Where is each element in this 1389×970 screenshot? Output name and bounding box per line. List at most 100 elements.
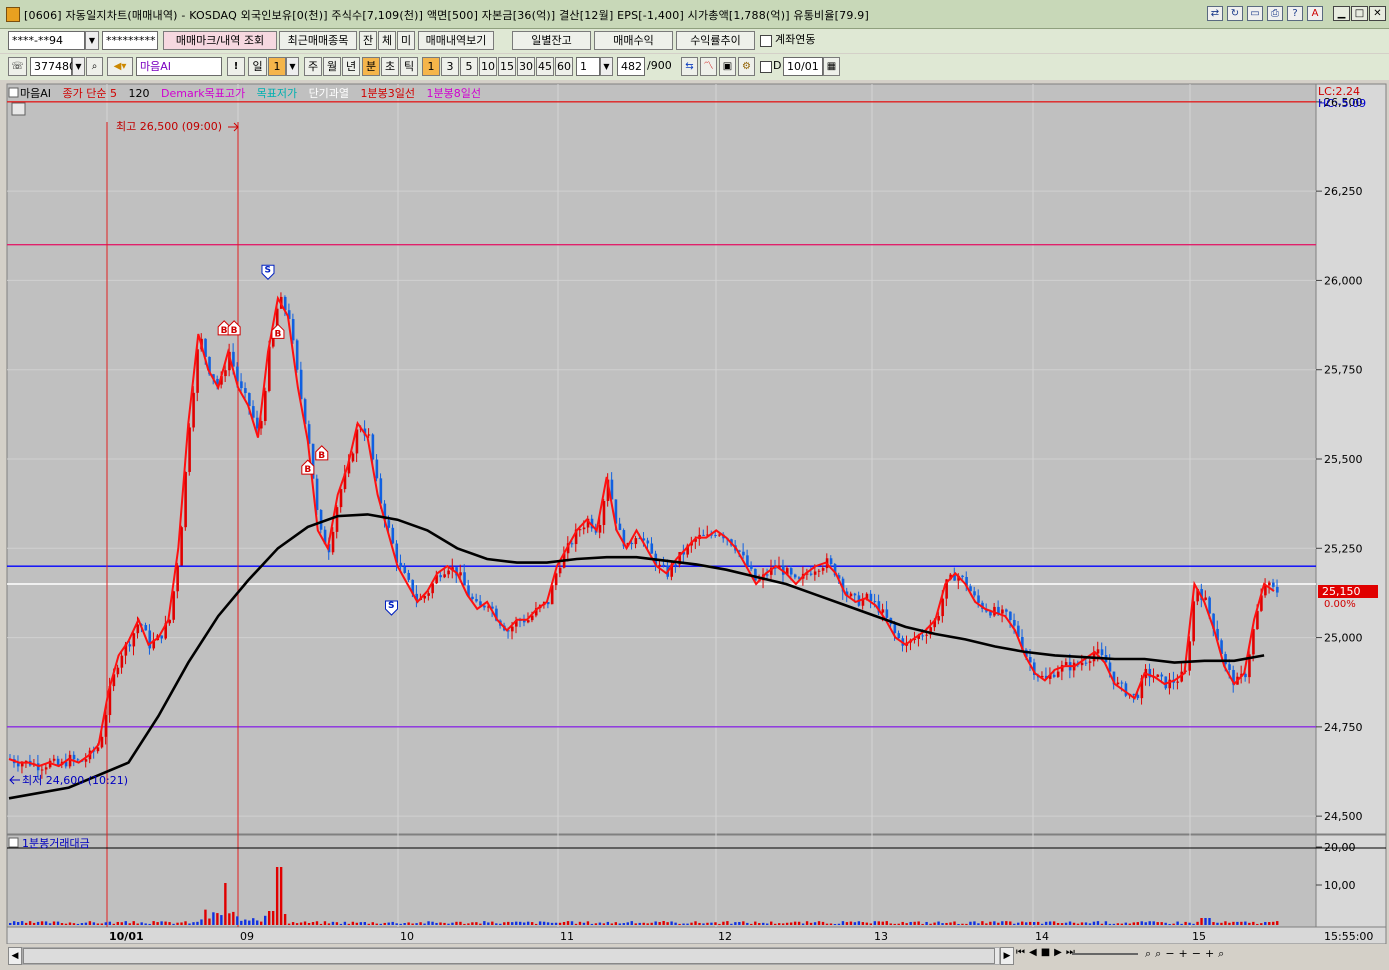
candle-body (471, 596, 474, 600)
scroll-right-icon[interactable]: ▶ (1000, 947, 1014, 965)
password-input[interactable]: ********* (102, 31, 158, 50)
code-dropdown-icon[interactable]: ▼ (72, 57, 85, 76)
period-minute-button[interactable]: 분 (362, 57, 380, 76)
volume-bar (562, 921, 566, 925)
trend-icon[interactable]: 〽 (700, 57, 717, 76)
volume-bar (650, 922, 653, 925)
balance-button[interactable]: 잔 (359, 31, 377, 50)
settings-icon[interactable]: ⚙ (738, 57, 755, 76)
period-second-button[interactable]: 초 (381, 57, 399, 76)
legend-item-overheat: 단기과열 (309, 87, 349, 100)
volume-bar (1272, 921, 1275, 925)
stock-code-input[interactable]: 377480 (30, 57, 76, 76)
account-input[interactable]: ****-**94 (8, 31, 85, 50)
volume-toggle-icon[interactable] (8, 837, 19, 848)
volume-bar (351, 921, 355, 925)
interval-45-button[interactable]: 45 (536, 57, 554, 76)
executed-button[interactable]: 체 (378, 31, 396, 50)
candle-body (16, 763, 20, 767)
account-link-checkbox[interactable] (760, 35, 772, 47)
alert-icon[interactable]: ! (227, 57, 245, 76)
candle-body (1268, 582, 1271, 586)
phone-icon[interactable]: ☏ (8, 57, 27, 76)
price-chart[interactable]: B BSBBBS 26,50026,25026,00025,75025,50025… (0, 82, 1389, 970)
period-year-button[interactable]: 년 (342, 57, 360, 76)
candle-body (375, 459, 379, 479)
volume-bar (1116, 923, 1120, 925)
multiplier-input[interactable]: 1 (576, 57, 600, 76)
volume-bar (1264, 921, 1267, 925)
close-icon[interactable]: ✕ (1369, 6, 1386, 21)
period-tick-button[interactable]: 틱 (400, 57, 418, 76)
minimize-icon[interactable]: ▁ (1333, 6, 1350, 21)
interval-5-button[interactable]: 5 (460, 57, 478, 76)
date-input[interactable]: 10/01 (783, 57, 823, 76)
volume-bar (411, 923, 414, 925)
interval-1-button[interactable]: 1 (422, 57, 440, 76)
zoom-controls[interactable]: ⌕⌕−+−+⌕ (1145, 947, 1228, 961)
trade-profit-button[interactable]: 매매수익 (594, 31, 673, 50)
marker-query-button[interactable]: 매매마크/내역 조회 (163, 31, 277, 50)
legend-toggle-icon[interactable] (8, 87, 19, 98)
interval-15-button[interactable]: 15 (498, 57, 516, 76)
volume-bar (172, 923, 175, 925)
playback-controls[interactable]: ⏮◀■▶⏭ (1016, 947, 1079, 958)
volume-bar (92, 922, 96, 925)
interval-60-button[interactable]: 60 (555, 57, 573, 76)
volume-bar (200, 919, 203, 925)
volume-bar (813, 922, 817, 925)
period-day-button[interactable]: 일 (248, 57, 267, 76)
interval-3-button[interactable]: 3 (441, 57, 459, 76)
scroll-thumb[interactable] (23, 948, 995, 964)
volume-bar (1005, 921, 1008, 925)
volume-plot-area (6, 834, 1317, 928)
stock-name-input[interactable]: 마음AI (136, 57, 222, 76)
help-icon[interactable]: ? (1287, 6, 1303, 21)
volume-bar (1220, 922, 1223, 925)
volume-bar (578, 921, 582, 925)
recent-trades-button[interactable]: 최근매매종목 (279, 31, 357, 50)
screen-icon[interactable]: ▭ (1247, 6, 1263, 21)
daily-balance-button[interactable]: 일별잔고 (512, 31, 591, 50)
print-icon[interactable]: ⎙ (1267, 6, 1283, 21)
volume-bar (56, 921, 60, 925)
arrows-icon[interactable]: ⇆ (681, 57, 698, 76)
calendar-icon[interactable]: ▦ (823, 57, 840, 76)
volume-bar (622, 923, 625, 925)
volume-bar (542, 921, 546, 925)
speaker-icon[interactable]: ◀▾ (107, 57, 133, 76)
unfilled-button[interactable]: 미 (397, 31, 415, 50)
multiplier-dropdown-icon[interactable]: ▼ (600, 57, 613, 76)
volume-bar (112, 923, 115, 925)
volume-bar (260, 921, 263, 925)
save-icon[interactable]: ▣ (719, 57, 736, 76)
interval-10-button[interactable]: 10 (479, 57, 497, 76)
scroll-track[interactable] (22, 947, 1000, 965)
link-icon[interactable]: ⇄ (1207, 6, 1223, 21)
scroll-left-icon[interactable]: ◀ (8, 947, 22, 965)
volume-bar (88, 921, 92, 925)
zoom-slider[interactable] (1072, 953, 1138, 955)
candle-body (829, 558, 833, 565)
candle-body (427, 593, 430, 596)
font-icon[interactable]: A (1307, 6, 1323, 21)
interval-30-button[interactable]: 30 (517, 57, 535, 76)
return-trend-button[interactable]: 수익률추이 (676, 31, 755, 50)
candle-body (1080, 662, 1084, 666)
volume-bar (861, 922, 865, 925)
count-input[interactable]: 482 (617, 57, 645, 76)
period-day-count[interactable]: 1 (268, 57, 286, 76)
search-icon[interactable]: ⌕ (86, 57, 103, 76)
maximize-icon[interactable]: □ (1351, 6, 1368, 21)
volume-bar (459, 921, 462, 925)
trade-history-button[interactable]: 매매내역보기 (418, 31, 494, 50)
volume-bar (415, 923, 418, 925)
account-dropdown-icon[interactable]: ▼ (85, 31, 99, 50)
grid-toggle-icon[interactable] (11, 102, 26, 116)
volume-bar (335, 922, 339, 925)
day-count-dropdown-icon[interactable]: ▼ (286, 57, 299, 76)
period-month-button[interactable]: 월 (323, 57, 341, 76)
d-checkbox[interactable] (760, 61, 772, 73)
period-week-button[interactable]: 주 (304, 57, 322, 76)
refresh-icon[interactable]: ↻ (1227, 6, 1243, 21)
